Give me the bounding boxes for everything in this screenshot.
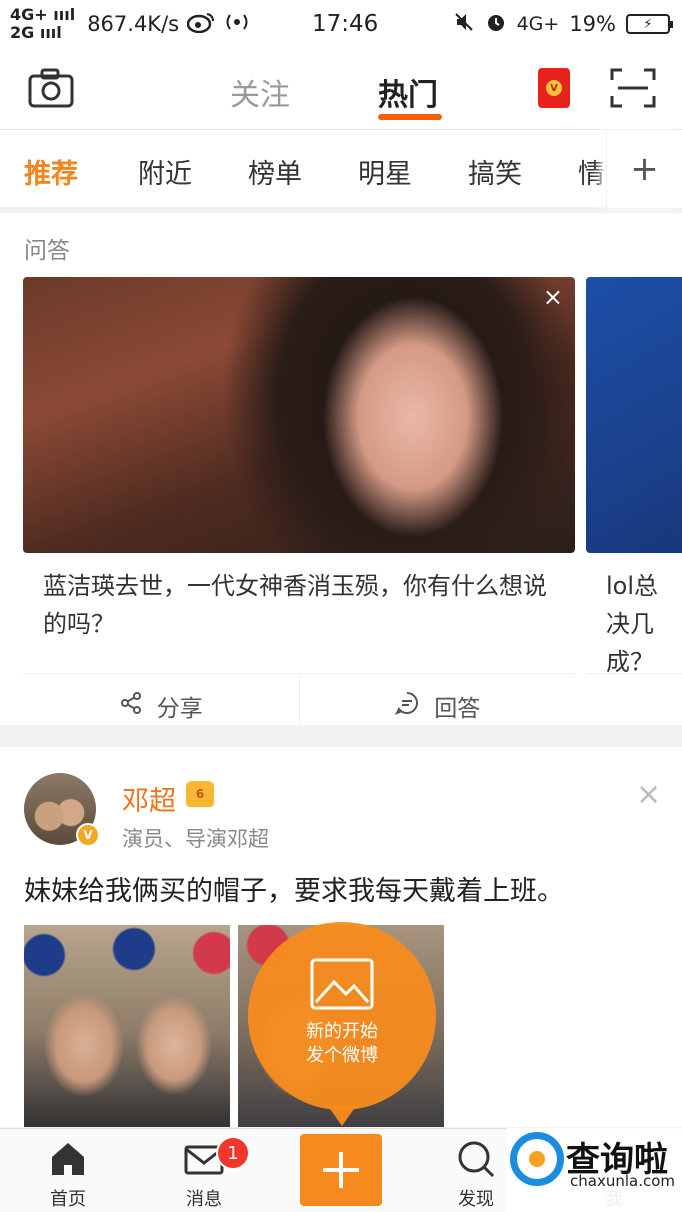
category-nearby[interactable]: 附近 bbox=[138, 152, 192, 191]
compose-bubble-text: 新的开始 发个微博 bbox=[306, 1020, 378, 1068]
qa-card-image[interactable] bbox=[586, 277, 682, 553]
close-icon[interactable]: × bbox=[537, 281, 569, 313]
plus-icon bbox=[323, 1152, 359, 1188]
cellular-signal: 4G+ ıııl 2G ıııl bbox=[10, 6, 75, 42]
compose-button[interactable] bbox=[300, 1134, 382, 1206]
compose-bubble[interactable]: 新的开始 发个微博 bbox=[248, 922, 436, 1126]
qa-card-question[interactable]: lol总决几成？ bbox=[586, 567, 682, 676]
search-icon bbox=[458, 1141, 495, 1178]
qa-card[interactable]: × 蓝洁瑛去世，一代女神香消玉殒，你有什么想说的吗？ 分享 回答 bbox=[23, 277, 575, 725]
battery-icon: ⚡ bbox=[626, 14, 673, 34]
share-icon bbox=[119, 691, 143, 721]
post-image[interactable] bbox=[24, 925, 230, 1127]
home-icon bbox=[52, 1143, 84, 1175]
tab-home[interactable]: 首页 bbox=[18, 1129, 118, 1212]
close-icon[interactable]: × bbox=[636, 777, 661, 812]
battery-percent: 19% bbox=[569, 12, 616, 36]
category-ranking[interactable]: 榜单 bbox=[248, 152, 302, 191]
signal-2g: 2G ıııl bbox=[10, 23, 62, 42]
author-name[interactable]: 邓超 bbox=[122, 779, 176, 818]
tab-active-indicator bbox=[378, 114, 442, 120]
qa-card-image[interactable]: × bbox=[23, 277, 575, 553]
post-text[interactable]: 妹妹给我俩买的帽子，要求我每天戴着上班。 bbox=[24, 869, 564, 908]
compose-line-1: 新的开始 bbox=[306, 1021, 378, 1042]
network-type: 4G+ bbox=[516, 13, 560, 35]
mute-icon bbox=[453, 11, 475, 38]
red-packet-coin: V bbox=[546, 80, 562, 96]
watermark: 查询啦 chaxunla.com bbox=[506, 1128, 682, 1212]
top-nav: 关注 热门 V bbox=[0, 48, 682, 130]
comment-icon bbox=[394, 690, 420, 722]
tab-hot[interactable]: 热门 bbox=[378, 70, 438, 114]
verified-badge: V bbox=[76, 823, 100, 847]
picture-icon bbox=[310, 958, 374, 1010]
section-title: 问答 bbox=[24, 238, 70, 264]
alarm-icon bbox=[485, 11, 507, 38]
category-recommend[interactable]: 推荐 bbox=[24, 152, 78, 191]
camera-icon[interactable] bbox=[28, 68, 74, 108]
qa-section: 问答 × 蓝洁瑛去世，一代女神香消玉殒，你有什么想说的吗？ 分享 回答 lol总… bbox=[0, 213, 682, 725]
category-bar: 推荐 附近 榜单 明星 搞笑 情 + bbox=[0, 130, 682, 210]
category-stars[interactable]: 明星 bbox=[358, 152, 412, 191]
tab-follow[interactable]: 关注 bbox=[230, 70, 290, 114]
watermark-url: chaxunla.com bbox=[570, 1172, 675, 1190]
share-button[interactable]: 分享 bbox=[23, 674, 299, 726]
weibo-icon bbox=[186, 11, 215, 38]
add-category-button[interactable]: + bbox=[606, 130, 682, 208]
author-description: 演员、导演邓超 bbox=[122, 827, 269, 851]
watermark-logo-icon bbox=[510, 1132, 564, 1186]
red-packet-icon[interactable]: V bbox=[538, 68, 570, 108]
qa-card-actions: 分享 回答 bbox=[23, 673, 575, 725]
compose-line-2: 发个微博 bbox=[306, 1045, 378, 1066]
tab-messages-label: 消息 bbox=[186, 1189, 222, 1210]
tab-home-label: 首页 bbox=[50, 1189, 86, 1210]
qa-card-question[interactable]: 蓝洁瑛去世，一代女神香消玉殒，你有什么想说的吗？ bbox=[23, 567, 575, 657]
qa-card[interactable]: lol总决几成？ bbox=[586, 277, 682, 725]
status-bar: 4G+ ıııl 2G ıııl 867.4K/s 17:46 4G+ 19% … bbox=[0, 0, 682, 48]
hotspot-icon bbox=[223, 11, 251, 38]
crown-icon: 6 bbox=[186, 781, 214, 807]
scan-icon[interactable] bbox=[610, 68, 656, 108]
unread-badge: 1 bbox=[216, 1136, 250, 1170]
answer-label: 回答 bbox=[434, 695, 481, 722]
category-funny[interactable]: 搞笑 bbox=[468, 152, 522, 191]
signal-4g: 4G+ ıııl bbox=[10, 5, 76, 24]
network-speed: 867.4K/s bbox=[87, 12, 180, 36]
category-emotion[interactable]: 情 bbox=[578, 152, 605, 191]
answer-button[interactable]: 回答 bbox=[298, 673, 576, 725]
clock: 17:46 bbox=[312, 11, 379, 37]
share-label: 分享 bbox=[156, 695, 203, 722]
